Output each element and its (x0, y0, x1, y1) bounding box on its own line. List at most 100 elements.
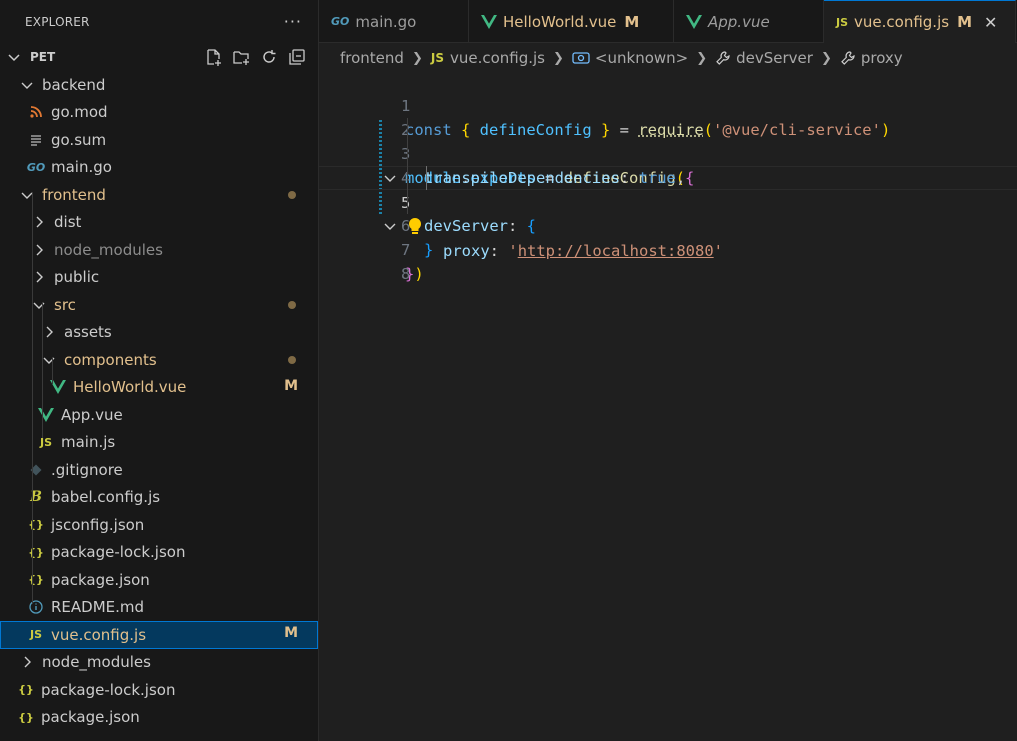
tree-indent-guide (52, 357, 53, 384)
js-icon: JS (29, 628, 42, 642)
tab-label: vue.config.js (854, 13, 950, 31)
folder-item[interactable]: dist (0, 209, 318, 237)
tab-helloworld-vue[interactable]: HelloWorld.vue M (469, 0, 674, 43)
tree-item-label: frontend (42, 185, 106, 204)
line-number: 8 (400, 265, 411, 283)
wrench-icon (841, 51, 855, 65)
workspace-root-label: PET (30, 50, 56, 64)
json-icon: {} (28, 518, 44, 532)
tree-item-label: vue.config.js (51, 625, 147, 644)
file-item[interactable]: HelloWorld.vue M (0, 374, 318, 402)
chevron-right-icon (24, 656, 31, 668)
code-line[interactable]: 6 } (319, 190, 1017, 259)
tree-item-label: src (54, 295, 76, 314)
file-item[interactable]: {} jsconfig.json (0, 511, 318, 539)
chevron-down-icon (33, 302, 45, 309)
breadcrumb-symbol-unknown[interactable]: <unknown> (595, 49, 688, 67)
folder-item[interactable]: node_modules (0, 649, 318, 677)
tree-indent-guide (42, 302, 43, 438)
indent-guide (426, 166, 427, 190)
chevron-right-icon: ❯ (411, 50, 423, 66)
breadcrumb: frontend ❯ JS vue.config.js ❯ <unknown> … (319, 45, 1017, 71)
folder-item[interactable]: node_modules (0, 236, 318, 264)
go-icon: GO (26, 160, 46, 174)
chevron-right-icon (46, 326, 53, 338)
file-item[interactable]: Bbabel.config.js (0, 484, 318, 512)
file-item[interactable]: JS vue.config.js M (0, 621, 318, 649)
breadcrumb-symbol-devserver[interactable]: devServer (736, 49, 813, 67)
babel-icon: B (30, 489, 42, 506)
code-line[interactable]: 8 (319, 238, 1017, 283)
collapse-all-icon[interactable] (286, 46, 308, 68)
modified-badge: M (284, 625, 298, 641)
editor-tab-bar: GO main.go HelloWorld.vue M App.vue JS vue.con… (319, 0, 1017, 43)
lines-icon (28, 134, 44, 146)
new-file-icon[interactable] (202, 46, 224, 68)
chevron-down-icon (43, 357, 55, 364)
tree-item-label: package-lock.json (41, 680, 176, 699)
breadcrumb-symbol-proxy[interactable]: proxy (861, 49, 903, 67)
tab-main-go[interactable]: GO main.go (319, 0, 469, 43)
folder-item[interactable]: components (0, 346, 318, 374)
tree-item-label: go.sum (51, 130, 107, 149)
folder-item[interactable]: backend (0, 71, 318, 99)
tree-item-label: go.mod (51, 103, 108, 122)
chevron-right-icon (36, 216, 43, 228)
code-line[interactable]: 3 transpileDependencies: true, (319, 118, 1017, 187)
file-item[interactable]: {} package.json (0, 704, 318, 732)
vue-icon (481, 14, 497, 29)
tree-item-label: package-lock.json (51, 543, 186, 562)
modified-badge: M (284, 377, 298, 394)
tree-item-label: package.json (51, 570, 150, 589)
more-actions-icon[interactable]: ··· (284, 12, 302, 31)
file-item[interactable]: GO main.go (0, 154, 318, 182)
tab-label: App.vue (708, 12, 770, 31)
breadcrumb-file[interactable]: vue.config.js (450, 49, 545, 67)
explorer-title: EXPLORER (25, 14, 90, 29)
chevron-right-icon (36, 271, 43, 283)
wrench-icon (716, 51, 730, 65)
folder-item[interactable]: public (0, 264, 318, 292)
file-item[interactable]: App.vue (0, 401, 318, 429)
code-line[interactable]: 1 const { defineConfig } = require('@vue… (319, 70, 1017, 139)
go-icon: GO (331, 15, 350, 28)
tab-vue-config-js[interactable]: JS vue.config.js M ✕ (824, 0, 1016, 43)
new-folder-icon[interactable] (230, 46, 252, 68)
chevron-right-icon: ❯ (553, 50, 564, 66)
js-icon: JS (39, 435, 52, 449)
file-item[interactable]: {} package-lock.json (0, 539, 318, 567)
code-line[interactable]: 7 }) (319, 214, 1017, 283)
code-line[interactable]: 2 module.exports = defineConfig({ (319, 94, 1017, 187)
file-tree: backend go.mod go.sum GO main.go frontend dist… (0, 71, 318, 731)
refresh-icon[interactable] (258, 46, 280, 68)
js-file-icon: JS (430, 51, 444, 65)
tab-app-vue[interactable]: App.vue (674, 0, 824, 43)
modified-badge: M (624, 12, 640, 31)
chevron-down-icon (21, 82, 33, 89)
folder-item[interactable]: src (0, 291, 318, 319)
file-item[interactable]: go.sum (0, 126, 318, 154)
tree-item-label: jsconfig.json (51, 515, 145, 534)
code-line-current[interactable]: 5 proxy: 'http://localhost:8080' (319, 166, 1017, 260)
file-item[interactable]: go.mod (0, 99, 318, 127)
file-item[interactable]: README.md (0, 594, 318, 622)
modified-dot-icon (288, 191, 296, 199)
file-item[interactable]: JS main.js (0, 429, 318, 457)
folder-item[interactable]: frontend (0, 181, 318, 209)
file-item[interactable]: {} package-lock.json (0, 676, 318, 704)
vue-icon (686, 14, 702, 29)
workspace-root[interactable]: PET (0, 43, 318, 71)
code-editor[interactable]: 1 const { defineConfig } = require('@vue… (319, 70, 1017, 741)
json-icon: {} (28, 573, 44, 587)
code-line[interactable]: 4 devServer: { (319, 142, 1017, 235)
json-icon: {} (18, 683, 34, 697)
file-item[interactable]: .gitignore (0, 456, 318, 484)
breadcrumb-folder[interactable]: frontend (340, 49, 404, 67)
folder-item[interactable]: assets (0, 319, 318, 347)
chevron-down-icon (8, 54, 20, 62)
file-item[interactable]: {} package.json (0, 566, 318, 594)
chevron-right-icon: ❯ (820, 50, 832, 66)
tree-item-label: main.js (61, 433, 116, 452)
close-icon[interactable]: ✕ (984, 13, 997, 32)
tree-item-label: .gitignore (51, 460, 123, 479)
